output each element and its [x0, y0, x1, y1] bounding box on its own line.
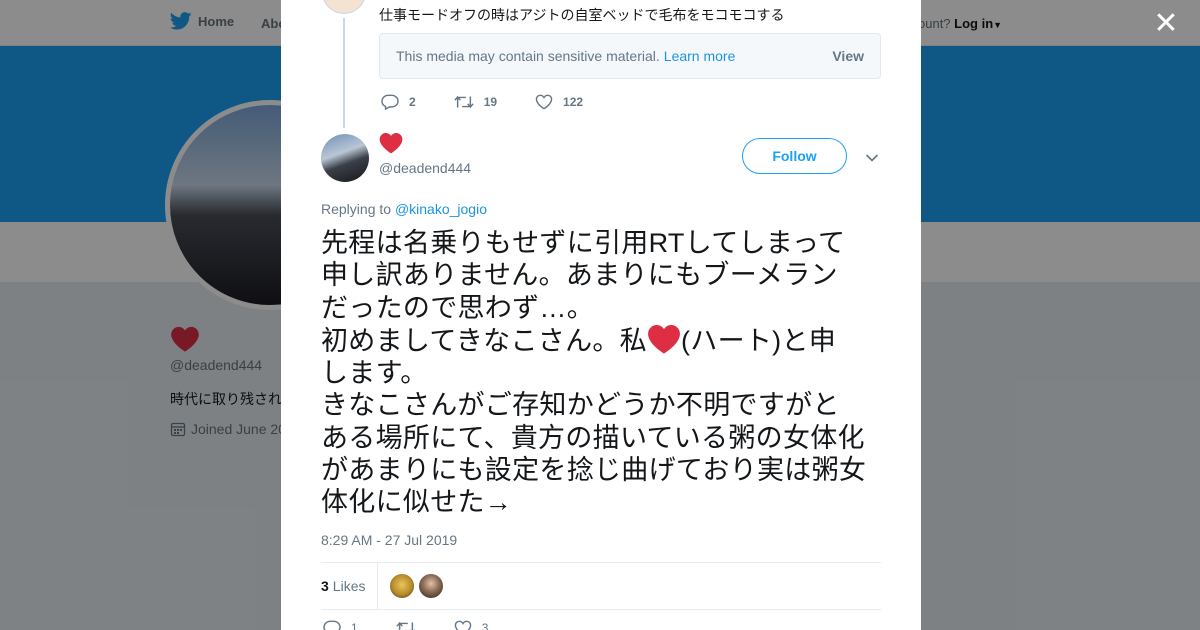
reply-icon [381, 94, 399, 110]
previous-tweet-avatar[interactable] [322, 0, 366, 14]
view-media-button[interactable]: View [832, 48, 864, 64]
like-action[interactable]: 122 [535, 94, 583, 110]
chevron-down-icon[interactable] [865, 150, 879, 168]
replying-prefix: Replying to [321, 201, 392, 217]
reply-action[interactable]: 1 [323, 620, 358, 630]
thread-connector [343, 18, 345, 128]
learn-more-link[interactable]: Learn more [664, 48, 736, 64]
tweet-text-line: があまりにも設定を捻じ曲げており実は粥女 [321, 455, 867, 486]
like-count: 122 [563, 95, 584, 109]
tweet-text-line: 先程は名乗りもせずに引用RTしてしまって [321, 228, 846, 258]
author-handle[interactable]: @deadend444 [379, 160, 471, 176]
reply-count: 1 [351, 621, 358, 630]
reply-icon [323, 620, 341, 630]
tweet-text-line: 体化に似せた→ [321, 487, 513, 518]
author-avatar[interactable] [321, 134, 369, 182]
tweet-text-line: ある場所にて、貴方の描いている粥の女体化 [321, 422, 865, 453]
tweet-text: 先程は名乗りもせずに引用RTしてしまって 申し訳ありません。あまりにもブーメラン… [321, 227, 886, 519]
like-count: 3 [481, 621, 489, 630]
tweet-text-line: きなこさんがご存知かどうか不明ですがと [321, 390, 840, 421]
like-action[interactable]: 3 [454, 620, 489, 630]
tweet-modal: 仕事モードオフの時はアジトの自室ベッドで毛布をモコモコする This media… [281, 0, 921, 630]
tweet-text-line: 申し訳ありません。あまりにもブーメラン [321, 260, 838, 291]
sensitive-media-notice: This media may contain sensitive materia… [379, 33, 881, 79]
liker-avatar[interactable] [419, 574, 444, 598]
previous-tweet-actions: 2 19 122 [381, 94, 621, 110]
retweet-count: 19 [483, 95, 498, 109]
retweet-icon [454, 95, 474, 109]
tweet-text-fragment: 初めましてきなこさん。私 [321, 325, 647, 356]
previous-tweet-text: 仕事モードオフの時はアジトの自室ベッドで毛布をモコモコする [379, 7, 785, 23]
reply-count: 2 [409, 95, 416, 109]
liker-avatar[interactable] [390, 574, 415, 598]
likers-avatars [390, 574, 444, 598]
retweet-action[interactable]: 19 [454, 94, 497, 110]
like-icon [535, 94, 553, 110]
retweet-action[interactable] [396, 620, 416, 630]
tweet-stats: 3 Likes [321, 562, 881, 610]
tweet-timestamp[interactable]: 8:29 AM - 27 Jul 2019 [321, 532, 457, 548]
reply-action[interactable]: 2 [381, 94, 416, 110]
replying-to-mention[interactable]: @kinako_jogio [395, 201, 487, 217]
close-icon[interactable]: ✕ [1152, 9, 1180, 39]
follow-button[interactable]: Follow [742, 138, 847, 174]
tweet-text-fragment: (ハート)と申 [680, 325, 837, 356]
sensitive-media-text: This media may contain sensitive materia… [396, 48, 660, 64]
tweet-actions: 1 3 [323, 620, 526, 630]
replying-to: Replying to @kinako_jogio [321, 201, 487, 217]
likes-stat[interactable]: 3 Likes [321, 563, 379, 609]
like-icon [454, 620, 471, 630]
tweet-text-line: します。 [321, 358, 428, 389]
likes-stat-count: 3 [321, 578, 329, 594]
heart-emoji-icon[interactable] [379, 132, 403, 159]
tweet-text-line-with-emoji: 初めましてきなこさん。私 (ハート)と申 [321, 324, 886, 357]
tweet-text-line: だったので思わず…。 [321, 292, 594, 323]
likes-stat-label: Likes [332, 578, 366, 594]
heart-emoji-icon [648, 324, 680, 354]
retweet-icon [396, 621, 415, 630]
